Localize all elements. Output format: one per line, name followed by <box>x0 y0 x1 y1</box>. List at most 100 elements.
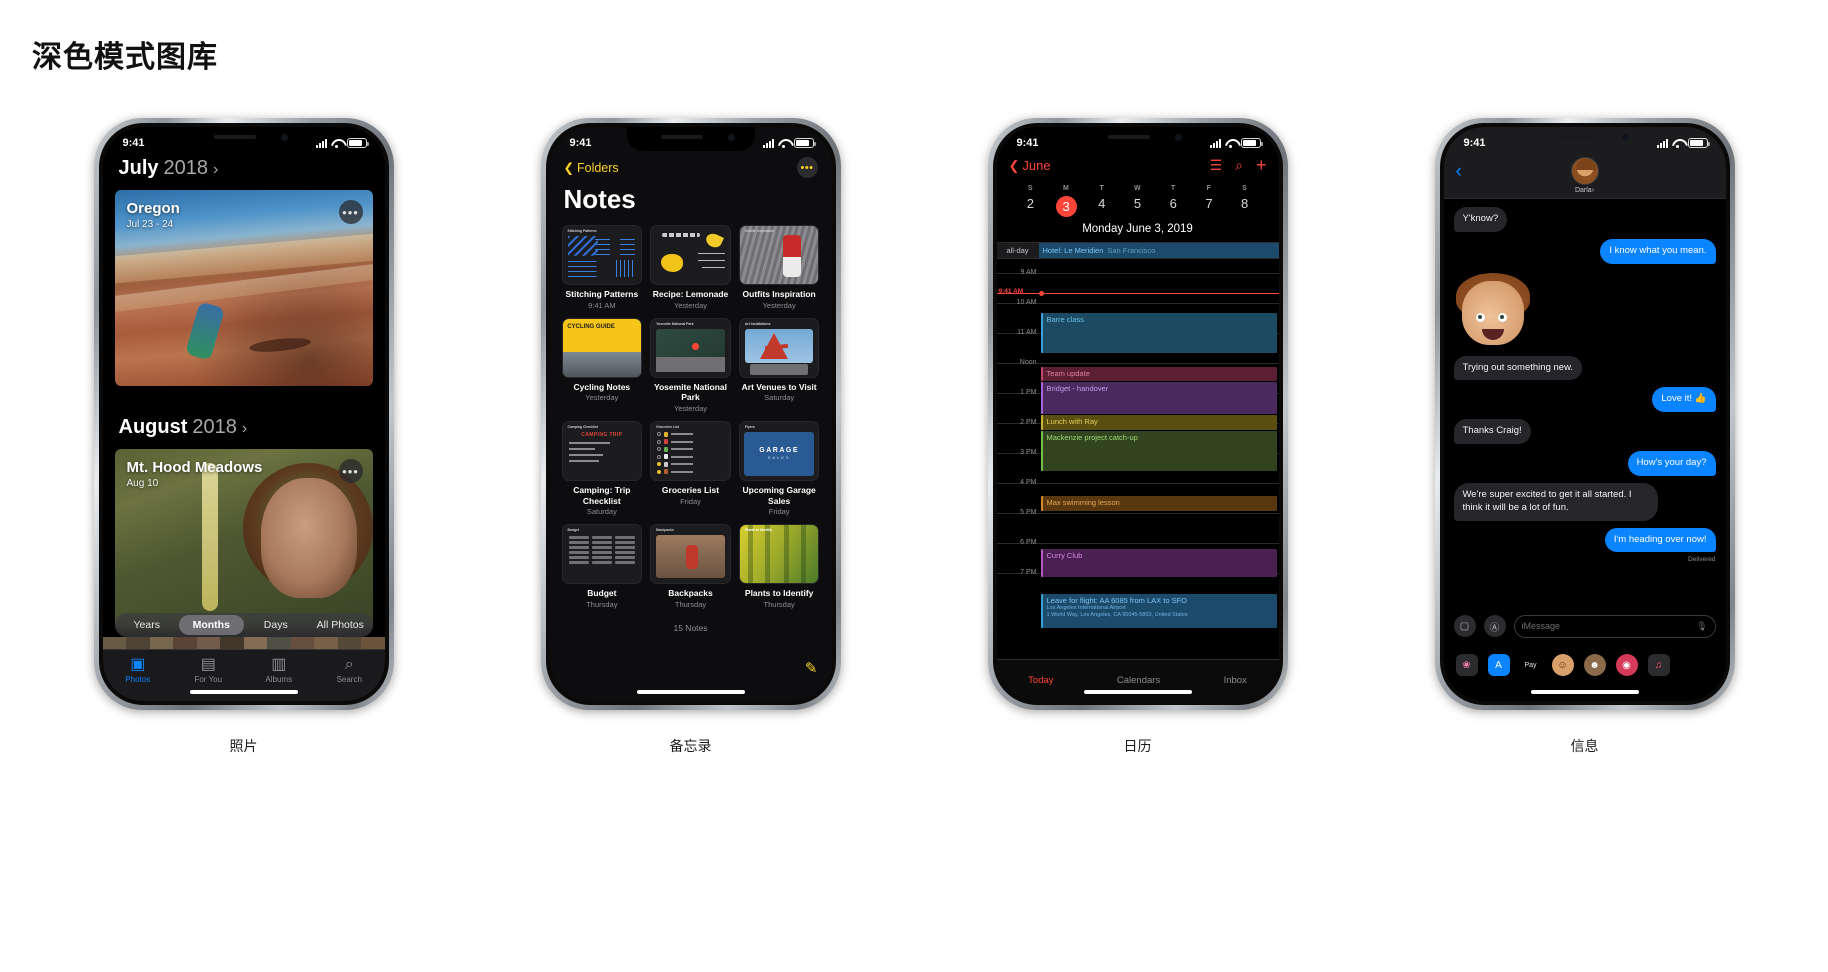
cellular-signal-icon <box>315 138 327 148</box>
contact-header[interactable]: Darla› <box>1570 157 1599 194</box>
tab-for-you[interactable]: ▤ For You <box>173 655 244 684</box>
search-icon[interactable]: ⌕ <box>1235 157 1243 174</box>
message-input-field[interactable]: iMessage 🎙 <box>1513 614 1716 638</box>
message-bubble-outgoing[interactable]: How's your day? <box>1627 451 1716 476</box>
back-to-month-button[interactable]: ❮ June <box>1009 158 1051 174</box>
calendars-button[interactable]: Calendars <box>1117 675 1160 686</box>
month-label: August <box>118 416 188 438</box>
segment-months[interactable]: Months <box>179 615 244 635</box>
note-item[interactable]: Plants to Identify Plants to Identify Th… <box>738 524 820 609</box>
note-thumbnail: Stitching Patterns <box>561 225 643 285</box>
note-item[interactable]: Camping Checklist CAMPING TRIP Camping: T… <box>561 420 643 516</box>
message-bubble-outgoing[interactable]: I'm heading over now! <box>1604 527 1716 553</box>
home-indicator[interactable] <box>1530 690 1639 694</box>
message-bubble-incoming[interactable]: Trying out something new. <box>1453 355 1583 381</box>
tab-photos[interactable]: ▣ Photos <box>103 655 174 684</box>
status-time: 9:41 <box>569 136 592 149</box>
calendar-event[interactable]: Leave for flight: AA 6085 from LAX to SF… <box>1040 594 1277 628</box>
notes-grid: Stitching Patterns Stitching Patterns 9:… <box>550 225 832 609</box>
status-time: 9:41 <box>122 136 145 149</box>
photos-app-icon[interactable]: ❀ <box>1455 654 1478 676</box>
year-label: 2018 <box>163 157 209 179</box>
note-item[interactable]: Flyers GARAGE SALES Upcoming Garage Sales… <box>738 420 820 516</box>
event-title: Team update <box>1046 368 1090 378</box>
note-item[interactable]: Budget Budget Thursday <box>561 524 643 609</box>
note-item[interactable]: Groceries List Groceries List Friday <box>650 420 731 516</box>
phone-caption-calendar: 日历 <box>1123 738 1152 754</box>
digital-touch-icon[interactable]: ◉ <box>1615 654 1638 676</box>
day-of-week: S <box>1027 185 1033 192</box>
message-bubble-incoming[interactable]: Thanks Craig! <box>1453 419 1531 445</box>
day-number: 6 <box>1169 196 1177 211</box>
app-store-icon[interactable]: A <box>1487 654 1510 676</box>
calendar-event[interactable]: Team update <box>1040 367 1277 381</box>
message-bubble-incoming[interactable]: Y'know? <box>1453 207 1508 232</box>
music-icon[interactable]: ♫ <box>1647 654 1670 676</box>
calendar-footer: Today Calendars Inbox <box>996 659 1279 701</box>
segment-years[interactable]: Years <box>115 615 180 635</box>
segment-days[interactable]: Days <box>244 615 309 635</box>
back-to-folders-button[interactable]: ❮ Folders <box>564 160 619 176</box>
home-indicator[interactable] <box>1083 690 1192 694</box>
week-day[interactable]: T4 <box>1084 185 1120 217</box>
note-item[interactable]: Art Installations Art Venues to Visit Sa… <box>738 317 820 413</box>
message-bubble-outgoing[interactable]: I know what you mean. <box>1600 238 1716 264</box>
note-item[interactable]: Outfits Inspiration Outfits Inspiration … <box>738 225 820 310</box>
notch <box>179 127 308 151</box>
photo-card-mt-hood[interactable]: Mt. Hood Meadows Aug 10 ••• <box>114 449 373 629</box>
inbox-button[interactable]: Inbox <box>1224 675 1247 686</box>
input-placeholder: iMessage <box>1521 621 1561 631</box>
add-event-icon[interactable]: + <box>1256 155 1267 176</box>
microphone-icon[interactable]: 🎙 <box>1696 621 1707 632</box>
memoji-message[interactable] <box>1455 272 1530 347</box>
home-indicator[interactable] <box>636 690 745 694</box>
photo-filmstrip <box>102 637 385 649</box>
message-bubble-outgoing[interactable]: Love it! 👍 <box>1652 387 1716 413</box>
compose-note-button[interactable]: ✎ <box>805 659 818 677</box>
tab-search[interactable]: ⌕ Search <box>314 655 385 684</box>
week-day[interactable]: S8 <box>1227 185 1263 217</box>
memoji-icon[interactable]: ☺ <box>1551 654 1574 676</box>
photos-month-header-august[interactable]: August 2018 › <box>103 386 385 443</box>
note-item[interactable]: Backpacks Backpacks Thursday <box>650 524 731 609</box>
photo-card-oregon[interactable]: Oregon Jul 23 - 24 ••• <box>114 190 373 386</box>
current-time-indicator: 9:41 AM <box>996 288 1279 296</box>
week-day-selected[interactable]: M3 <box>1048 185 1084 217</box>
note-date: Saturday <box>764 393 795 403</box>
note-item[interactable]: Yosemite National Park Yosemite National… <box>650 317 731 413</box>
camera-icon[interactable]: ▢ <box>1453 615 1476 637</box>
note-item[interactable]: Recipe: Lemonade Yesterday <box>650 225 731 310</box>
week-day[interactable]: W5 <box>1120 185 1156 217</box>
today-button[interactable]: Today <box>1028 675 1053 686</box>
event-title: Leave for flight: AA 6085 from LAX to SF… <box>1046 595 1188 605</box>
apple-pay-icon[interactable]: Pay <box>1520 654 1542 676</box>
calendar-event[interactable]: Bridget - handover <box>1040 382 1277 414</box>
note-item[interactable]: CYCLING GUIDE Cycling Notes Yesterday <box>561 317 643 413</box>
segment-all-photos[interactable]: All Photos <box>308 615 373 635</box>
photos-segmented-control[interactable]: Years Months Days All Photos <box>114 613 373 637</box>
screen-photos: 9:41 July 2018 › Oregon Jul 23 - 24 ••• … <box>102 127 385 701</box>
note-item[interactable]: Stitching Patterns Stitching Patterns 9:… <box>561 225 643 310</box>
calendar-event[interactable]: Mackenzie project catch-up <box>1040 431 1277 471</box>
more-options-button[interactable]: ••• <box>796 157 818 178</box>
calendar-event[interactable]: Max swimming lesson <box>1040 496 1277 511</box>
more-options-icon[interactable]: ••• <box>338 200 363 224</box>
week-day[interactable]: T6 <box>1155 185 1191 217</box>
list-icon[interactable]: ☰ <box>1210 157 1223 174</box>
tab-label: For You <box>194 675 223 684</box>
back-button[interactable]: ‹ <box>1456 161 1462 183</box>
all-day-event[interactable]: Hotel: Le Meridien San Francisco <box>1038 243 1279 258</box>
week-day[interactable]: F7 <box>1191 185 1227 217</box>
home-indicator[interactable] <box>189 690 298 694</box>
message-input-row: ▢ Ⓐ iMessage 🎙 <box>1444 609 1726 643</box>
calendar-event[interactable]: Lunch with Ray <box>1040 415 1277 430</box>
note-title: Outfits Inspiration <box>742 289 816 299</box>
calendar-event[interactable]: Curry Club <box>1040 549 1277 577</box>
app-store-icon[interactable]: Ⓐ <box>1483 615 1506 637</box>
message-bubble-incoming[interactable]: We're super excited to get it all starte… <box>1453 482 1658 521</box>
tab-albums[interactable]: ▥ Albums <box>244 655 315 684</box>
animoji-icon[interactable]: ☻ <box>1583 654 1606 676</box>
calendar-event[interactable]: Barre class <box>1040 313 1277 353</box>
week-day[interactable]: S2 <box>1013 185 1049 217</box>
more-options-icon[interactable]: ••• <box>338 459 363 483</box>
